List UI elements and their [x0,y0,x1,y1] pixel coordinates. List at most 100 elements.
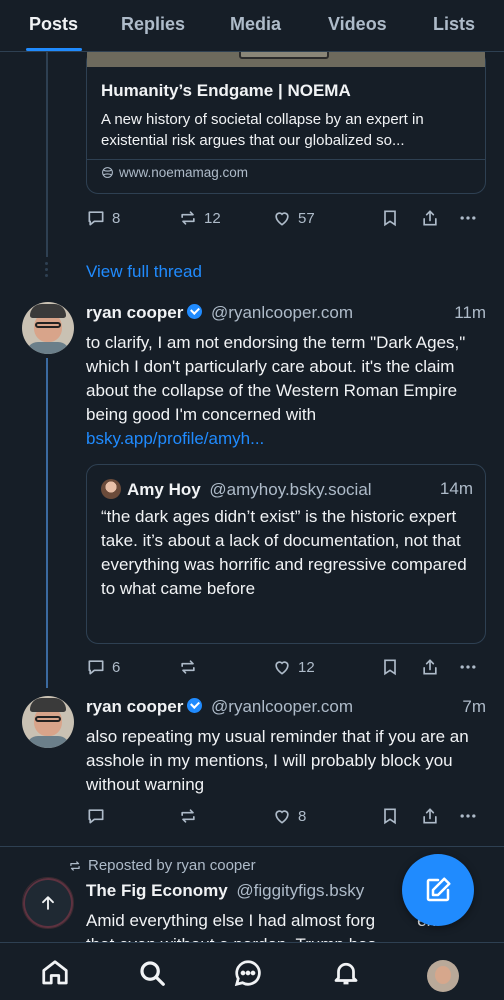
search-icon [140,961,165,986]
like-icon [275,212,289,226]
repost-button[interactable] [178,657,198,677]
repost-button[interactable] [178,806,198,826]
quote-post[interactable]: Amy Hoy @amyhoy.bsky.social 14m “the dar… [86,464,486,644]
reposted-by-text: Reposted by ryan cooper [88,857,256,874]
thread-line [46,52,48,257]
reply-icon [88,211,104,226]
reply-icon [88,809,104,824]
post-text: also repeating my usual reminder that if… [86,727,469,794]
tab-replies[interactable]: Replies [121,14,185,35]
quote-time: 14m [439,479,473,498]
post-text-line: that even without a pardon, Trump has [86,933,486,942]
more-button[interactable] [458,208,478,228]
card-domain-text: www.noemamag.com [119,165,249,180]
thread-dots [45,262,49,280]
avatar[interactable] [22,302,74,354]
author-name[interactable]: ryan cooper [86,303,183,322]
repost-button[interactable]: 12 [178,208,221,228]
bell-icon [334,962,358,985]
nav-notifications[interactable] [330,957,362,989]
tab-lists[interactable]: Lists [433,14,475,35]
quote-author-handle: @amyhoy.bsky.social [209,480,372,499]
card-title: Humanity’s Endgame | NOEMA [101,81,351,100]
post-actions: 8 12 57 [86,208,482,232]
reply-icon [88,660,104,675]
repost-indicator[interactable]: Reposted by ryan cooper [68,857,256,874]
more-button[interactable] [458,806,478,826]
globe-icon [102,167,113,178]
like-count: 12 [298,658,315,676]
author-handle[interactable]: @ryanlcooper.com [211,303,353,322]
reply-button[interactable] [86,806,106,826]
bottom-nav [0,942,504,1000]
compose-button[interactable] [402,854,474,926]
tab-videos[interactable]: Videos [328,14,387,35]
reply-count: 8 [112,209,121,227]
verified-icon [187,304,203,319]
compose-icon [426,877,451,902]
repost-icon [181,809,195,823]
thread-line [46,358,48,688]
share-icon [423,210,437,226]
share-icon [423,659,437,675]
post-text-line: Amid everything else I had almost forg [86,911,376,930]
post-actions: 6 12 [86,657,482,681]
author-handle[interactable]: @ryanlcooper.com [211,697,353,716]
post-time[interactable]: 11m [454,303,486,323]
repost-icon [181,211,195,225]
author-name[interactable]: ryan cooper [86,697,183,716]
reply-button[interactable]: 6 [86,657,120,677]
chat-icon [234,960,261,987]
more-button[interactable] [458,657,478,677]
post-body: to clarify, I am not endorsing the term … [86,333,466,424]
nav-chat[interactable] [232,957,264,989]
more-icon [460,814,476,818]
bookmark-button[interactable] [380,806,400,826]
more-icon [460,216,476,220]
share-button[interactable] [420,657,440,677]
more-icon [460,665,476,669]
reply-count: 6 [112,658,121,676]
tab-posts[interactable]: Posts [29,14,78,35]
bookmark-icon [384,659,396,676]
like-button[interactable]: 8 [272,806,306,826]
like-icon [275,661,289,675]
profile-link[interactable]: bsky.app/profile/amyh... [86,429,264,448]
post-actions: 8 [86,806,482,830]
scroll-to-top-button[interactable] [25,880,71,926]
bookmark-icon [384,210,396,227]
post-time[interactable]: 7m [462,697,486,717]
share-button[interactable] [420,208,440,228]
like-count: 8 [298,807,307,825]
quote-author-name: Amy Hoy [127,480,201,499]
nav-profile-avatar[interactable] [427,960,459,992]
share-button[interactable] [420,806,440,826]
author-name[interactable]: The Fig Economy [86,881,228,900]
arrow-up-icon [42,896,54,910]
like-button[interactable]: 57 [272,208,315,228]
post-text: to clarify, I am not endorsing the term … [86,331,486,451]
like-button[interactable]: 12 [272,657,315,677]
verified-icon [187,698,203,713]
profile-tabs: Posts Replies Media Videos Lists [0,0,504,52]
quote-avatar [101,479,121,499]
active-tab-indicator [26,48,82,51]
bookmark-icon [384,808,396,825]
like-count: 57 [298,209,315,227]
avatar[interactable] [22,696,74,748]
card-description: A new history of societal collapse by an… [101,111,424,149]
card-divider [87,159,485,160]
reply-button[interactable]: 8 [86,208,120,228]
bookmark-button[interactable] [380,208,400,228]
nav-search[interactable] [136,957,168,989]
share-icon [423,808,437,824]
bookmark-button[interactable] [380,657,400,677]
tab-media[interactable]: Media [230,14,281,35]
home-icon [42,960,68,985]
quote-header: Amy Hoy @amyhoy.bsky.social 14m [101,479,473,500]
view-full-thread-link[interactable]: View full thread [86,262,202,282]
quote-text: “the dark ages didn’t exist” is the hist… [101,507,467,598]
author-handle[interactable]: @figgityfigs.bsky [236,881,364,900]
link-card[interactable]: Humanity’s Endgame | NOEMA A new history… [86,41,486,194]
nav-home[interactable] [39,957,71,989]
